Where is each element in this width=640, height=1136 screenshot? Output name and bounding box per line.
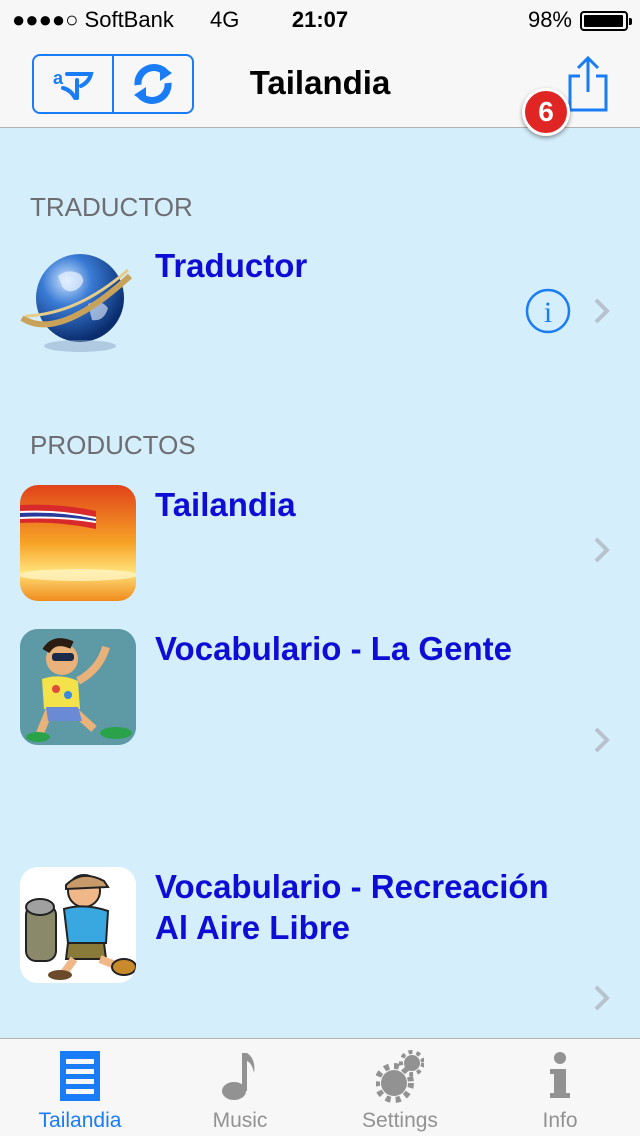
- chevron-right-icon: [594, 537, 610, 563]
- tab-label: Settings: [362, 1109, 438, 1132]
- notification-badge[interactable]: 6: [522, 88, 570, 136]
- section-header-productos: PRODUCTOS: [30, 430, 196, 460]
- battery-icon: [580, 11, 632, 31]
- share-icon[interactable]: [566, 54, 610, 112]
- info-icon: [550, 1052, 570, 1098]
- tab-label: Info: [542, 1109, 578, 1132]
- chevron-right-icon: [594, 298, 610, 324]
- navigation-bar: a Tailandia 6: [0, 40, 640, 136]
- hiker-icon: [20, 867, 136, 983]
- tab-music[interactable]: Music: [160, 1039, 320, 1136]
- tourist-man-icon: [20, 629, 136, 745]
- row-title-line-2: Al Aire Libre: [155, 909, 350, 946]
- status-bar: ●●●●○ SoftBank 4G 21:07 98%: [0, 0, 640, 40]
- row-title: Tailandia: [155, 486, 296, 523]
- thailand-flag-sunset-icon: [20, 485, 136, 601]
- chevron-right-icon: [594, 727, 610, 753]
- svg-text:i: i: [544, 296, 552, 329]
- battery-fill: [584, 15, 624, 27]
- row-title: Vocabulario - La Gente: [155, 630, 512, 667]
- row-title: Traductor: [155, 247, 308, 284]
- tab-tailandia[interactable]: Tailandia: [0, 1039, 160, 1136]
- gears-icon: [376, 1050, 424, 1103]
- section-header-traductor: TRADUCTOR: [30, 192, 193, 222]
- info-icon[interactable]: i: [525, 288, 571, 334]
- chevron-right-icon: [594, 985, 610, 1011]
- music-note-icon: [222, 1053, 255, 1100]
- list-icon: [60, 1051, 100, 1101]
- tab-settings[interactable]: Settings: [320, 1039, 480, 1136]
- row-title-line-1: Vocabulario - Recreación: [155, 868, 549, 905]
- tab-bar: Tailandia Music Settings Info: [0, 1038, 640, 1136]
- battery-percentage: 98%: [527, 7, 572, 32]
- tab-label: Music: [212, 1109, 268, 1132]
- globe-icon: [20, 254, 133, 352]
- tab-info[interactable]: Info: [480, 1039, 640, 1136]
- tab-label: Tailandia: [38, 1109, 122, 1132]
